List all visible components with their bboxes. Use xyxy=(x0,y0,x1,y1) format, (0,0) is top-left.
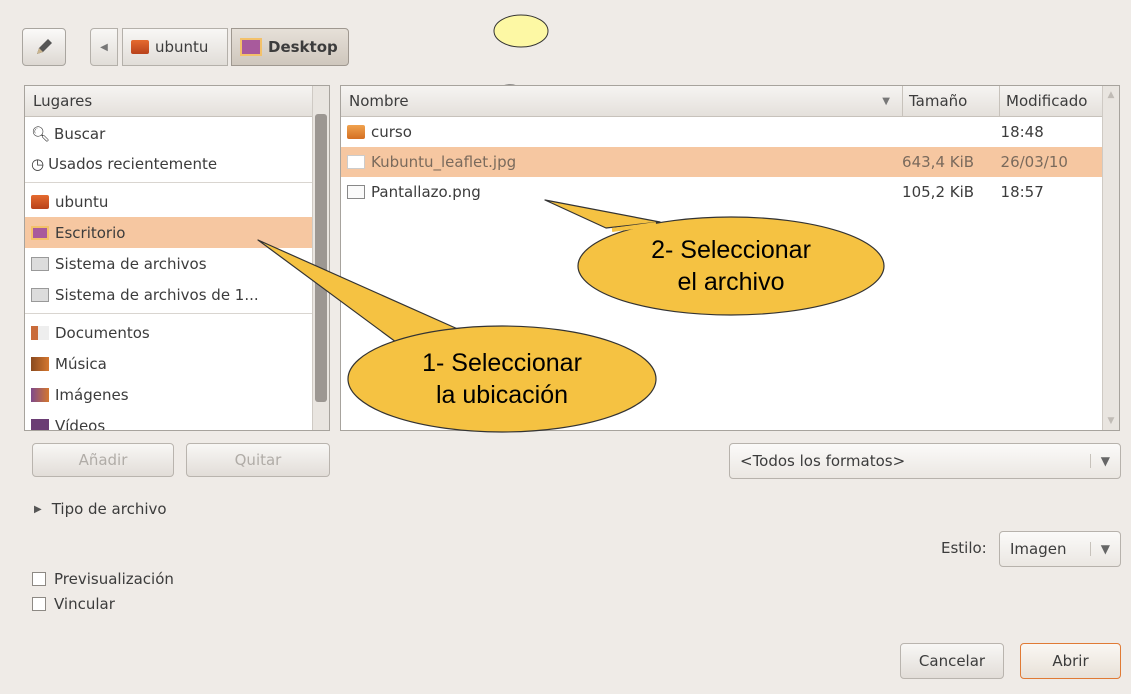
callout-select-file: 2- Seleccionar el archivo xyxy=(651,236,811,296)
callout-select-location: 1- Seleccionar la ubicación xyxy=(422,349,582,409)
